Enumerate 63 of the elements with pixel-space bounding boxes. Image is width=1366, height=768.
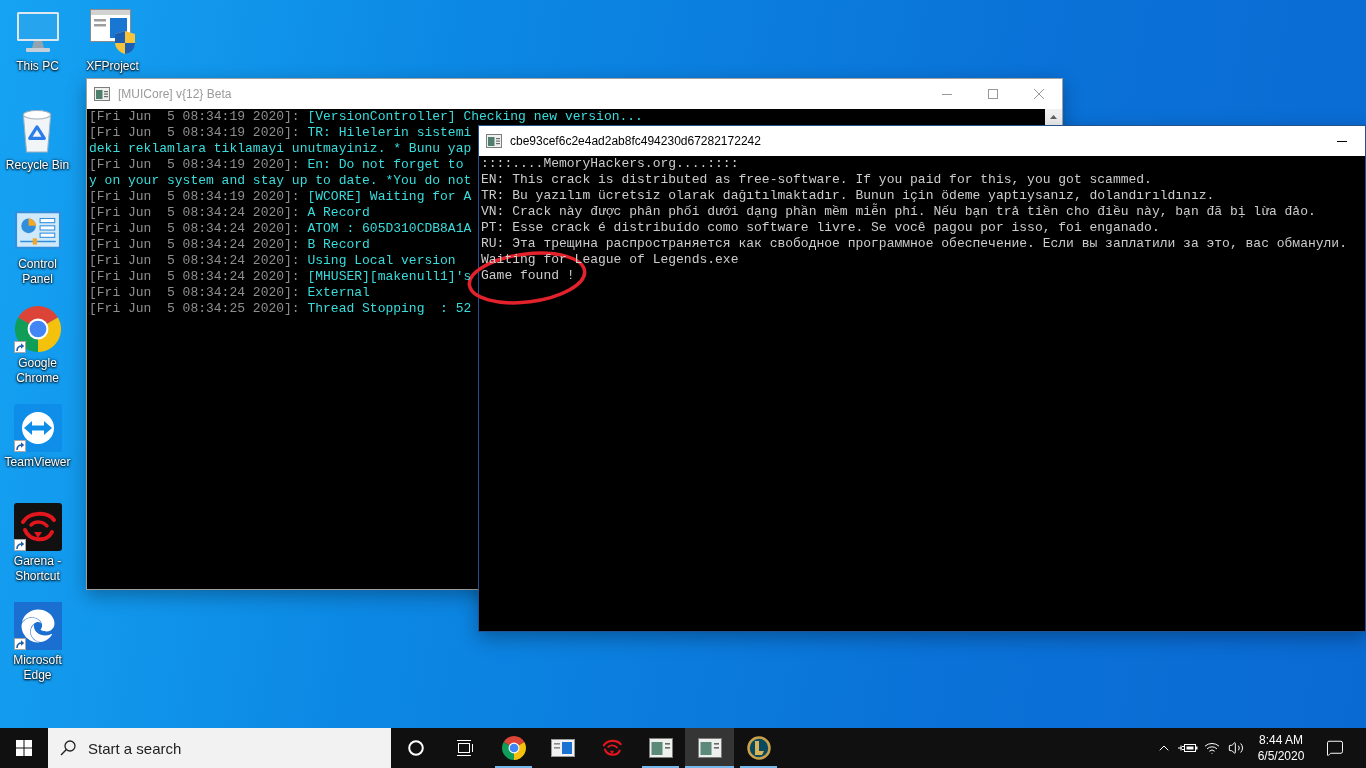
log-timestamp: [Fri Jun 5 08:34:24 2020]: bbox=[89, 221, 300, 237]
swirl-logo-icon bbox=[13, 503, 62, 551]
task-view-icon bbox=[455, 740, 474, 756]
speech-bubble-icon bbox=[1326, 739, 1344, 757]
log-timestamp: [Fri Jun 5 08:34:24 2020]: bbox=[89, 237, 300, 253]
log-message: y on your system and stay up to date. *You do not bbox=[89, 173, 472, 189]
log-timestamp: [Fri Jun 5 08:34:19 2020]: bbox=[89, 189, 300, 205]
log-message: [WCORE] Waiting for A bbox=[307, 189, 472, 205]
window-shield-icon bbox=[89, 9, 136, 55]
chrome-logo-icon bbox=[501, 736, 526, 760]
close-icon bbox=[1034, 89, 1044, 99]
clock-date: 6/5/2020 bbox=[1257, 748, 1305, 764]
console-line: TR: Bu yazılım ücretsiz olarak dağıtılmaktadır. Bunun için ödeme yaptıysanız, dolandırıldınız. bbox=[481, 188, 1215, 203]
log-message: B Record bbox=[307, 237, 370, 253]
log-message: Using Local version bbox=[307, 253, 456, 269]
log-timestamp: [Fri Jun 5 08:34:19 2020]: bbox=[89, 125, 300, 141]
log-message: En: Do not forget to bbox=[307, 157, 464, 173]
control-panel-icon bbox=[14, 211, 61, 249]
console-window-icon bbox=[486, 133, 502, 149]
speaker-icon bbox=[1228, 740, 1244, 756]
window-title: [MUICore] v{12} Beta bbox=[118, 86, 232, 103]
monitor-icon bbox=[15, 12, 60, 52]
caret-up-icon bbox=[1050, 115, 1057, 119]
log-message: A Record bbox=[307, 205, 370, 221]
ring-logo-icon bbox=[746, 736, 771, 760]
console-line: RU: Эта трещина распространяется как свободное программное обеспечение. Если вы заплатили за это, вас обманули. bbox=[481, 236, 1347, 252]
console-window-icon bbox=[697, 738, 722, 758]
maximize-icon bbox=[988, 89, 998, 99]
log-message: TR: Hilelerin sistemi bbox=[307, 125, 472, 141]
log-message: ATOM : 605D310CDB8A1A bbox=[307, 221, 472, 237]
console-line: EN: This crack is distributed as free-software. If you paid for this, you got scammed. bbox=[481, 172, 1152, 188]
console-line: PT: Esse crack é distribuído como software livre. Se você pagou por isso, foi enganado. bbox=[481, 220, 1160, 236]
log-timestamp: [Fri Jun 5 08:34:24 2020]: bbox=[89, 253, 300, 269]
console-window-icon bbox=[648, 738, 673, 758]
log-message: External bbox=[307, 285, 370, 301]
log-timestamp: [Fri Jun 5 08:34:24 2020]: bbox=[89, 285, 300, 301]
taskbar-app-button[interactable] bbox=[685, 728, 734, 768]
log-message: deki reklamlara tiklamayi unutmayiniz. * Bunu yap bbox=[89, 141, 472, 157]
search-icon bbox=[60, 740, 76, 756]
console-line: Game found ! bbox=[481, 268, 575, 284]
minimize-icon bbox=[1337, 140, 1347, 142]
console-line: ::::....MemoryHackers.org....:::: bbox=[481, 156, 739, 172]
chrome-logo-icon bbox=[14, 306, 61, 352]
search-field[interactable]: Start a search bbox=[48, 728, 391, 768]
minimize-icon bbox=[942, 93, 952, 95]
clock-time: 8:44 AM bbox=[1259, 732, 1303, 748]
console-window-icon bbox=[94, 86, 110, 102]
log-timestamp: [Fri Jun 5 08:34:19 2020]: bbox=[89, 109, 300, 125]
windows-logo-icon bbox=[16, 740, 32, 756]
log-message: [MHUSER][makenull1]'s bbox=[307, 269, 472, 285]
log-message: Thread Stopping : 52 bbox=[307, 301, 472, 317]
log-timestamp: [Fri Jun 5 08:34:19 2020]: bbox=[89, 157, 300, 173]
window-panel-icon bbox=[550, 739, 575, 757]
console-line: VN: Crack này được phân phối dưới dạng phần mềm miễn phí. Nếu bạn trả tiền cho điều này, bạn đã bị lừa đảo. bbox=[481, 204, 1316, 220]
circle-icon bbox=[407, 740, 424, 756]
battery-plug-icon bbox=[1178, 742, 1198, 754]
log-message: [VersionController] Checking new version... bbox=[307, 109, 643, 125]
log-timestamp: [Fri Jun 5 08:34:25 2020]: bbox=[89, 301, 300, 317]
e-logo-icon bbox=[13, 602, 62, 650]
wifi-icon bbox=[1204, 740, 1220, 756]
log-timestamp: [Fri Jun 5 08:34:24 2020]: bbox=[89, 205, 300, 221]
window-title: cbe93cef6c2e4ad2ab8fc494230d67282172242 bbox=[510, 133, 761, 150]
log-timestamp: [Fri Jun 5 08:34:24 2020]: bbox=[89, 269, 300, 285]
